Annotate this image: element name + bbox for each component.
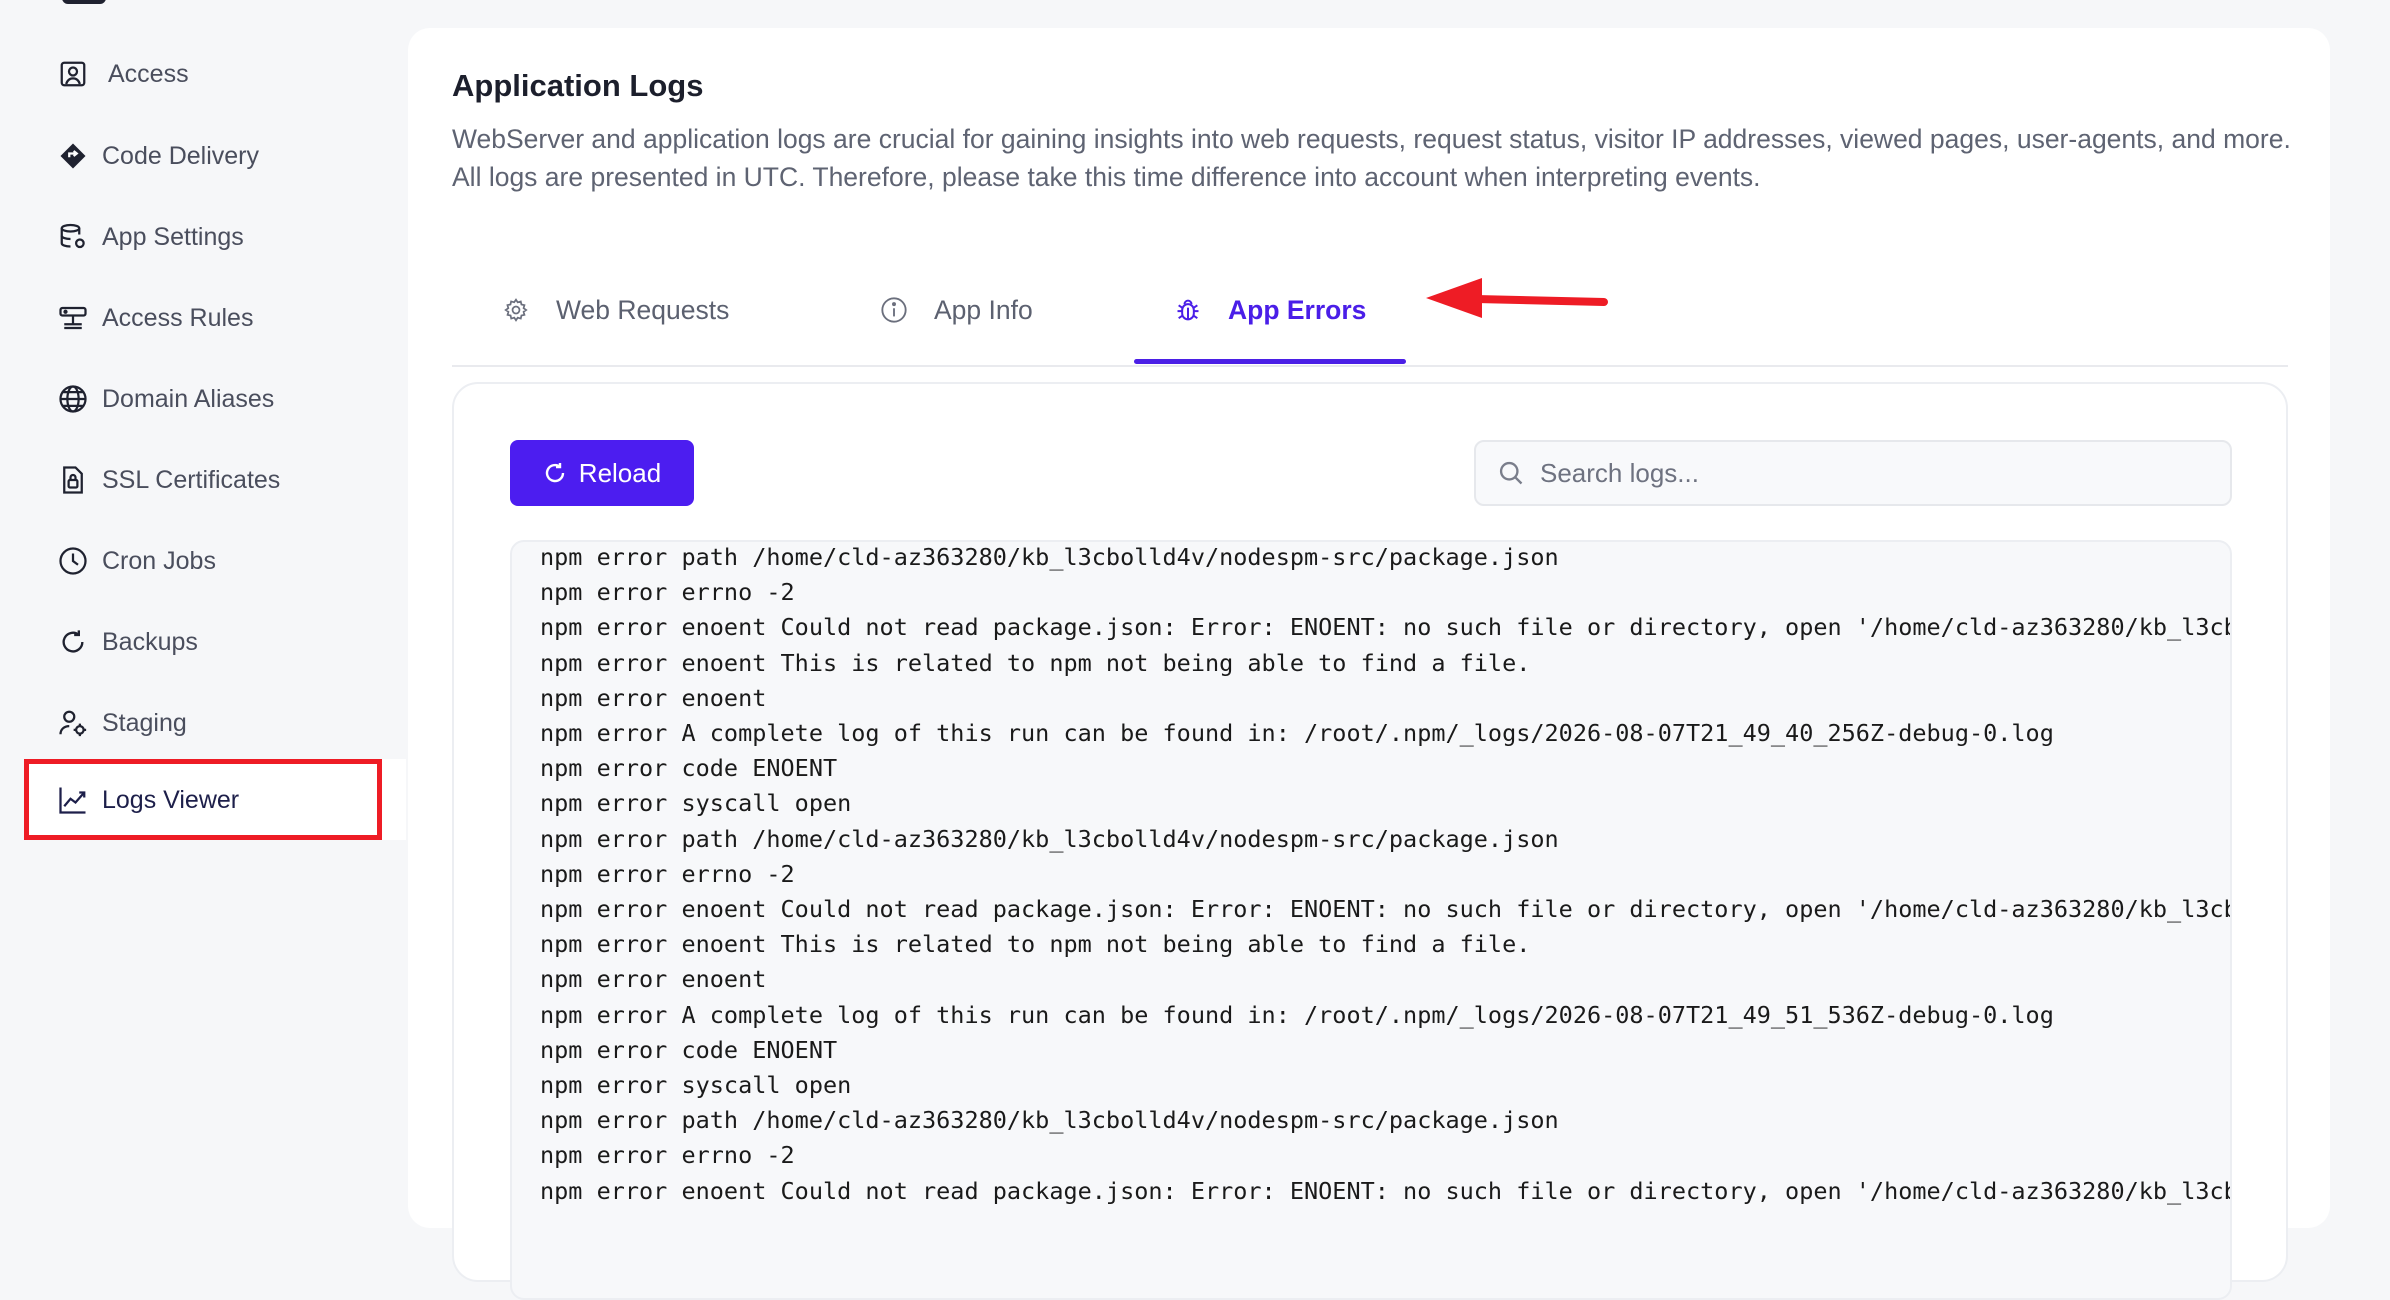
annotation-arrow <box>1426 278 1608 318</box>
sidebar-item-label: Access <box>108 59 189 88</box>
gear-icon <box>502 296 530 324</box>
sidebar-item-label: Backups <box>102 627 198 656</box>
sidebar-item-label: App Settings <box>102 222 244 251</box>
log-line: npm error enoent <box>540 683 767 712</box>
log-line: npm error code ENOENT <box>540 754 838 783</box>
database-gear-icon <box>56 220 90 254</box>
annotation-highlight-box <box>24 759 382 840</box>
log-line: npm error code ENOENT <box>540 1035 838 1064</box>
sidebar-item-ssl-certificates[interactable]: SSL Certificates <box>26 442 382 518</box>
tab-label: Web Requests <box>556 294 730 325</box>
log-line: npm error enoent This is related to npm … <box>540 648 1531 677</box>
reload-button[interactable]: Reload <box>510 440 694 506</box>
sidebar-item-domain-aliases[interactable]: Domain Aliases <box>26 361 382 437</box>
tab-label: App Errors <box>1228 294 1367 325</box>
log-line: npm error enoent Could not read package.… <box>540 1176 2232 1205</box>
tab-web-requests[interactable]: Web Requests <box>502 253 729 367</box>
search-input[interactable] <box>1540 457 2200 489</box>
log-line: npm error syscall open <box>540 1071 852 1100</box>
log-lines: npm error path /home/cld-az363280/kb_l3c… <box>540 542 2232 1209</box>
log-line: npm error enoent Could not read package.… <box>540 895 2232 924</box>
sidebar-item-access[interactable]: Access <box>26 36 382 112</box>
tab-app-info[interactable]: App Info <box>880 253 1033 367</box>
search-box[interactable] <box>1474 440 2232 506</box>
tab-label: App Info <box>934 294 1033 325</box>
sidebar-item-cron-jobs[interactable]: Cron Jobs <box>26 523 382 599</box>
sidebar-item-access-rules[interactable]: Access Rules <box>26 280 382 356</box>
active-tab-indicator <box>1134 359 1406 364</box>
bug-icon <box>1174 296 1202 324</box>
sidebar-item-app-settings[interactable]: App Settings <box>26 199 382 275</box>
log-line: npm error path /home/cld-az363280/kb_l3c… <box>540 824 1559 853</box>
tab-app-errors[interactable]: App Errors <box>1174 253 1366 367</box>
sidebar-item-label: Access Rules <box>102 303 254 332</box>
log-line: npm error enoent This is related to npm … <box>540 930 1531 959</box>
search-icon <box>1496 458 1526 488</box>
sidebar-item-staging[interactable]: Staging <box>26 685 382 761</box>
page-description: WebServer and application logs are cruci… <box>452 124 2291 192</box>
log-line: npm error path /home/cld-az363280/kb_l3c… <box>540 1106 1559 1135</box>
file-lock-icon <box>56 463 90 497</box>
sidebar-item-label: Cron Jobs <box>102 546 216 575</box>
sidebar-item-code-delivery[interactable]: Code Delivery <box>26 118 382 194</box>
diamond-arrow-icon <box>56 139 90 173</box>
info-icon <box>880 296 908 324</box>
log-tabs: Web Requests App Info App Errors <box>452 253 2288 367</box>
refresh-icon <box>543 461 567 485</box>
log-line: npm error errno -2 <box>540 1141 795 1170</box>
log-line: npm error path /home/cld-az363280/kb_l3c… <box>540 543 1559 571</box>
sidebar: Access Code Delivery App Settings Access… <box>0 0 406 1182</box>
refresh-icon <box>56 625 90 659</box>
sidebar-item-label: Code Delivery <box>102 141 260 170</box>
page-title: Application Logs <box>452 68 704 103</box>
user-gear-icon <box>56 706 90 740</box>
app-logo-fragment <box>62 0 106 4</box>
server-rules-icon <box>56 301 90 335</box>
log-line: npm error A complete log of this run can… <box>540 1000 2054 1029</box>
clock-icon <box>56 544 90 578</box>
main-card: Application Logs WebServer and applicati… <box>408 28 2330 1300</box>
log-output[interactable]: npm error path /home/cld-az363280/kb_l3c… <box>510 540 2232 1300</box>
globe-icon <box>56 382 90 416</box>
log-line: npm error A complete log of this run can… <box>540 719 2054 748</box>
log-line: npm error errno -2 <box>540 859 795 888</box>
sidebar-item-label: Domain Aliases <box>102 384 275 413</box>
sidebar-item-label: SSL Certificates <box>102 465 281 494</box>
sidebar-item-backups[interactable]: Backups <box>26 604 382 680</box>
log-line: npm error enoent <box>540 965 767 994</box>
log-line: npm error enoent Could not read package.… <box>540 613 2232 642</box>
log-panel: Reload npm error path /home/cld-az363280… <box>452 382 2288 1300</box>
sidebar-item-label: Staging <box>102 708 187 737</box>
log-line: npm error syscall open <box>540 789 852 818</box>
reload-button-label: Reload <box>578 457 662 488</box>
user-square-icon <box>56 57 90 91</box>
log-line: npm error errno -2 <box>540 578 795 607</box>
